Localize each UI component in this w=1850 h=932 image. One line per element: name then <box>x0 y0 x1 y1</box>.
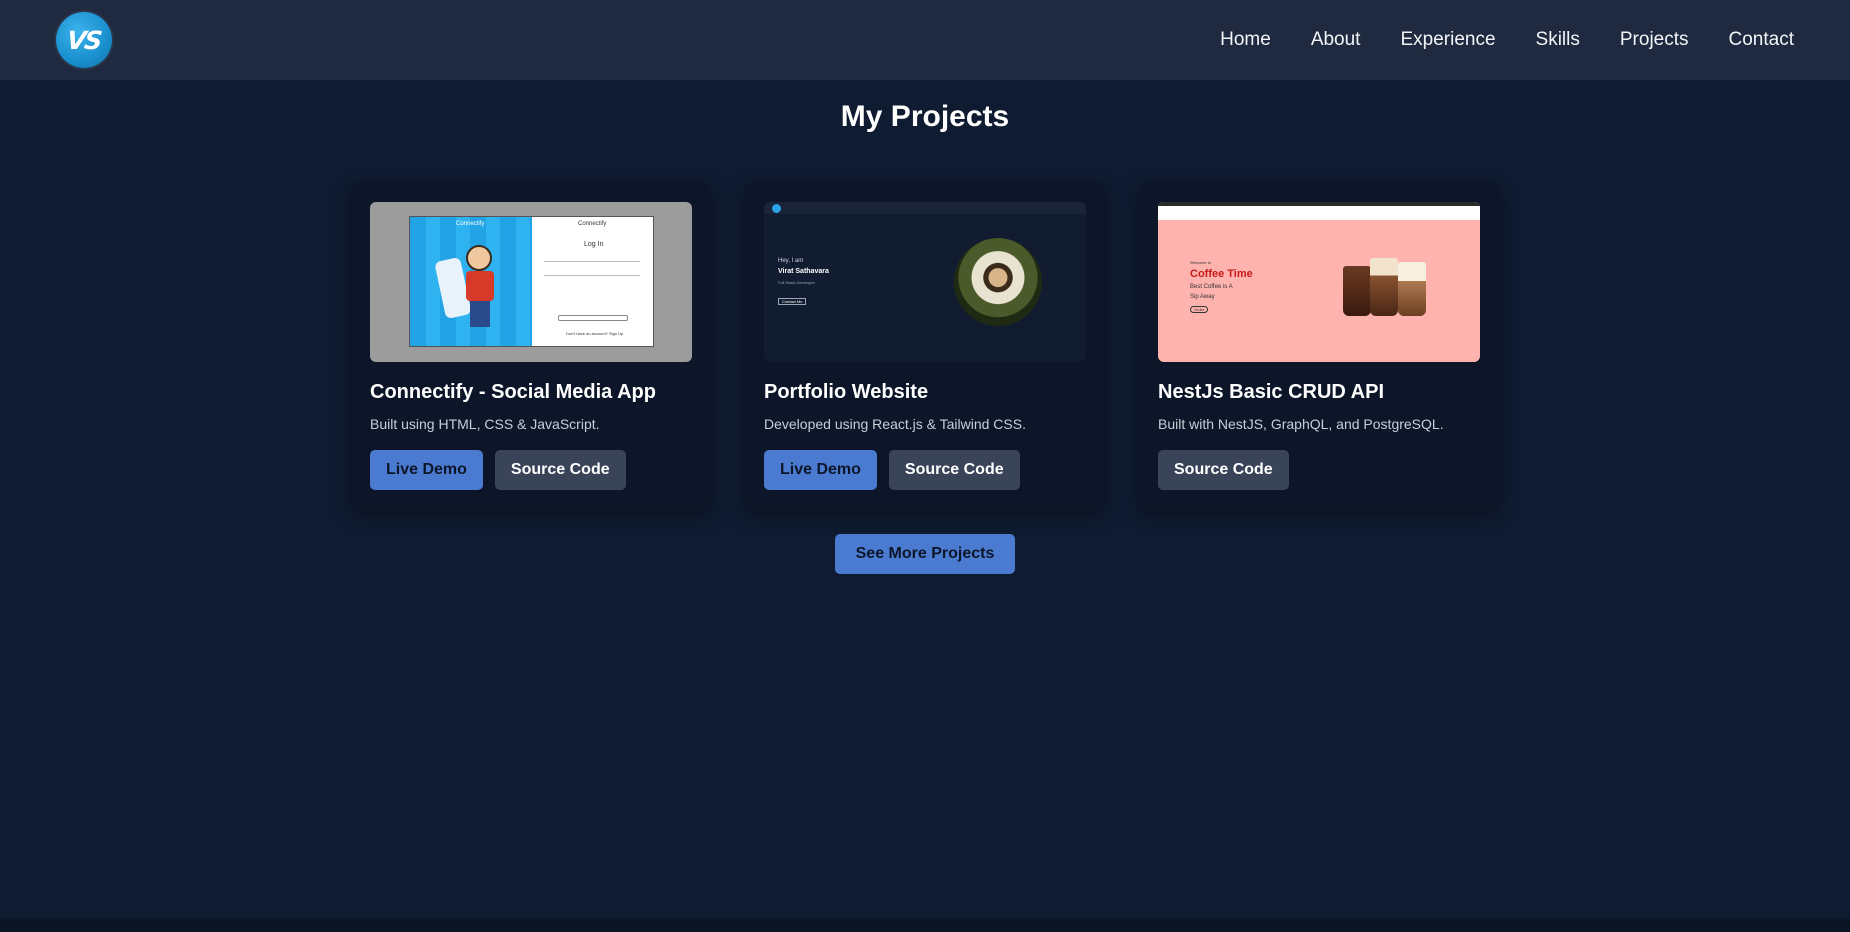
section-title: My Projects <box>840 100 1010 133</box>
thumb-line2: Sip Away <box>1190 294 1215 300</box>
navbar: VS Home About Experience Skills Projects… <box>0 0 1850 80</box>
project-description: Built using HTML, CSS & JavaScript. <box>370 416 600 432</box>
character-head <box>466 245 492 271</box>
project-card-portfolio: Hey, I am Virat Sathavara Full Stack Dev… <box>744 181 1106 510</box>
live-demo-button[interactable]: Live Demo <box>370 450 483 490</box>
thumb-small-text: Welcome to <box>1190 260 1212 265</box>
source-code-button[interactable]: Source Code <box>888 450 1020 490</box>
project-title: Connectify - Social Media App <box>370 381 656 403</box>
project-description: Developed using React.js & Tailwind CSS. <box>764 416 1026 432</box>
thumbnail-illustration: Connectify <box>410 217 532 346</box>
thumb-field-line <box>544 275 640 276</box>
project-thumbnail: Hey, I am Virat Sathavara Full Stack Dev… <box>764 202 1086 362</box>
thumbnail-frame: Connectify Connectify Log In Don't have … <box>409 216 654 347</box>
thumbnail-navbar <box>764 202 1086 214</box>
source-code-button[interactable]: Source Code <box>494 450 626 490</box>
project-actions: Live Demo Source Code <box>370 450 626 490</box>
project-actions: Source Code <box>1158 450 1289 490</box>
thumb-order-button: Order <box>1190 306 1209 313</box>
thumb-role: Full Stack Developer <box>778 280 815 285</box>
thumb-footer: Don't have an account? Sign Up <box>566 331 624 336</box>
nav-link-projects[interactable]: Projects <box>1620 29 1689 51</box>
thumb-name: Virat Sathavara <box>778 268 829 275</box>
thumb-heading: Log In <box>584 241 604 248</box>
thumb-brand-right: Connectify <box>578 221 607 227</box>
thumb-heading: Coffee Time <box>1190 268 1253 280</box>
nav-links: Home About Experience Skills Projects Co… <box>1180 0 1794 80</box>
nav-link-experience[interactable]: Experience <box>1400 29 1495 51</box>
project-card-connectify: Connectify Connectify Log In Don't have … <box>350 181 712 510</box>
project-title: Portfolio Website <box>764 381 929 403</box>
nav-link-contact[interactable]: Contact <box>1729 29 1794 51</box>
thumb-logo <box>772 204 781 213</box>
see-more-projects-button[interactable]: See More Projects <box>835 534 1015 574</box>
character-legs <box>470 301 490 327</box>
nav-link-home[interactable]: Home <box>1220 29 1271 51</box>
project-title: NestJs Basic CRUD API <box>1158 381 1385 403</box>
vs-logo[interactable]: VS <box>56 12 112 68</box>
thumb-greeting: Hey, I am <box>778 258 804 264</box>
project-actions: Live Demo Source Code <box>764 450 1020 490</box>
thumb-line1: Best Coffee is A <box>1190 284 1233 290</box>
logo-text: VS <box>65 25 103 55</box>
source-code-button[interactable]: Source Code <box>1158 450 1289 490</box>
nav-link-about[interactable]: About <box>1311 29 1361 51</box>
thumbnail-login-form: Connectify Log In Don't have an account?… <box>532 217 653 346</box>
project-thumbnail: Welcome to Coffee Time Best Coffee is A … <box>1158 202 1480 362</box>
project-description: Built with NestJS, GraphQL, and PostgreS… <box>1158 416 1444 432</box>
thumb-login-button <box>558 315 628 321</box>
thumb-field-line <box>544 261 640 262</box>
project-thumbnail: Connectify Connectify Log In Don't have … <box>370 202 692 362</box>
coffee-cup-icon <box>1370 258 1398 316</box>
footer-strip <box>0 918 1850 932</box>
character-body <box>466 271 494 301</box>
thumb-brand-left: Connectify <box>456 221 485 227</box>
coffee-cup-icon <box>1398 262 1426 316</box>
live-demo-button[interactable]: Live Demo <box>764 450 877 490</box>
nav-link-skills[interactable]: Skills <box>1536 29 1580 51</box>
coffee-cup-icon <box>1343 266 1371 316</box>
thumb-profile-photo <box>954 238 1042 326</box>
thumbnail-navbar <box>1158 202 1480 220</box>
project-card-nestjs: Welcome to Coffee Time Best Coffee is A … <box>1138 181 1500 510</box>
thumb-contact-button: Contact Me <box>778 298 807 305</box>
